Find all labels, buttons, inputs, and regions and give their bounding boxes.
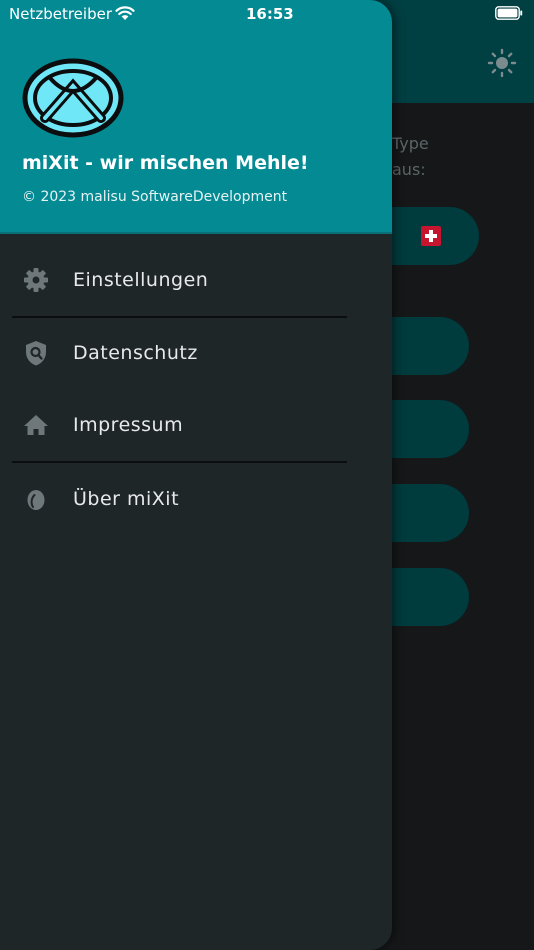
copyright-text: © 2023 malisu SoftwareDevelopment [22,189,288,205]
navigation-drawer: miXit - wir mischen Mehle! © 2023 malisu… [0,0,392,950]
menu-divider [12,461,347,463]
privacy-shield-icon [26,341,46,366]
grain-icon [27,490,45,510]
status-time: 16:53 [246,5,294,23]
menu-item-einstellungen[interactable]: Einstellungen [0,250,392,310]
menu-item-impressum[interactable]: Impressum [0,395,392,455]
drawer-header: miXit - wir mischen Mehle! © 2023 malisu… [0,0,392,234]
background-text-line2: aus: [392,160,426,179]
background-text: Type aus: [392,131,429,183]
wifi-icon [115,6,135,20]
menu-label-einstellungen: Einstellungen [73,269,209,291]
theme-toggle-icon[interactable] [487,48,517,78]
menu-divider [12,316,347,318]
menu-label-datenschutz: Datenschutz [73,342,198,364]
menu-label-ueber-mixit: Über miXit [73,488,180,510]
app-title: miXit - wir mischen Mehle! [22,152,309,174]
menu-label-impressum: Impressum [73,414,184,436]
menu-item-datenschutz[interactable]: Datenschutz [0,323,392,383]
pretzel-logo-icon [22,58,124,138]
swiss-flag-icon [421,226,441,246]
menu-item-ueber-mixit[interactable]: Über miXit [0,469,392,529]
background-text-line1: Type [392,134,429,153]
gear-icon [24,268,48,292]
status-bar: Netzbetreiber 16:53 [0,0,534,28]
battery-icon [495,6,523,20]
home-icon [24,415,48,435]
carrier-name: Netzbetreiber [9,5,112,23]
